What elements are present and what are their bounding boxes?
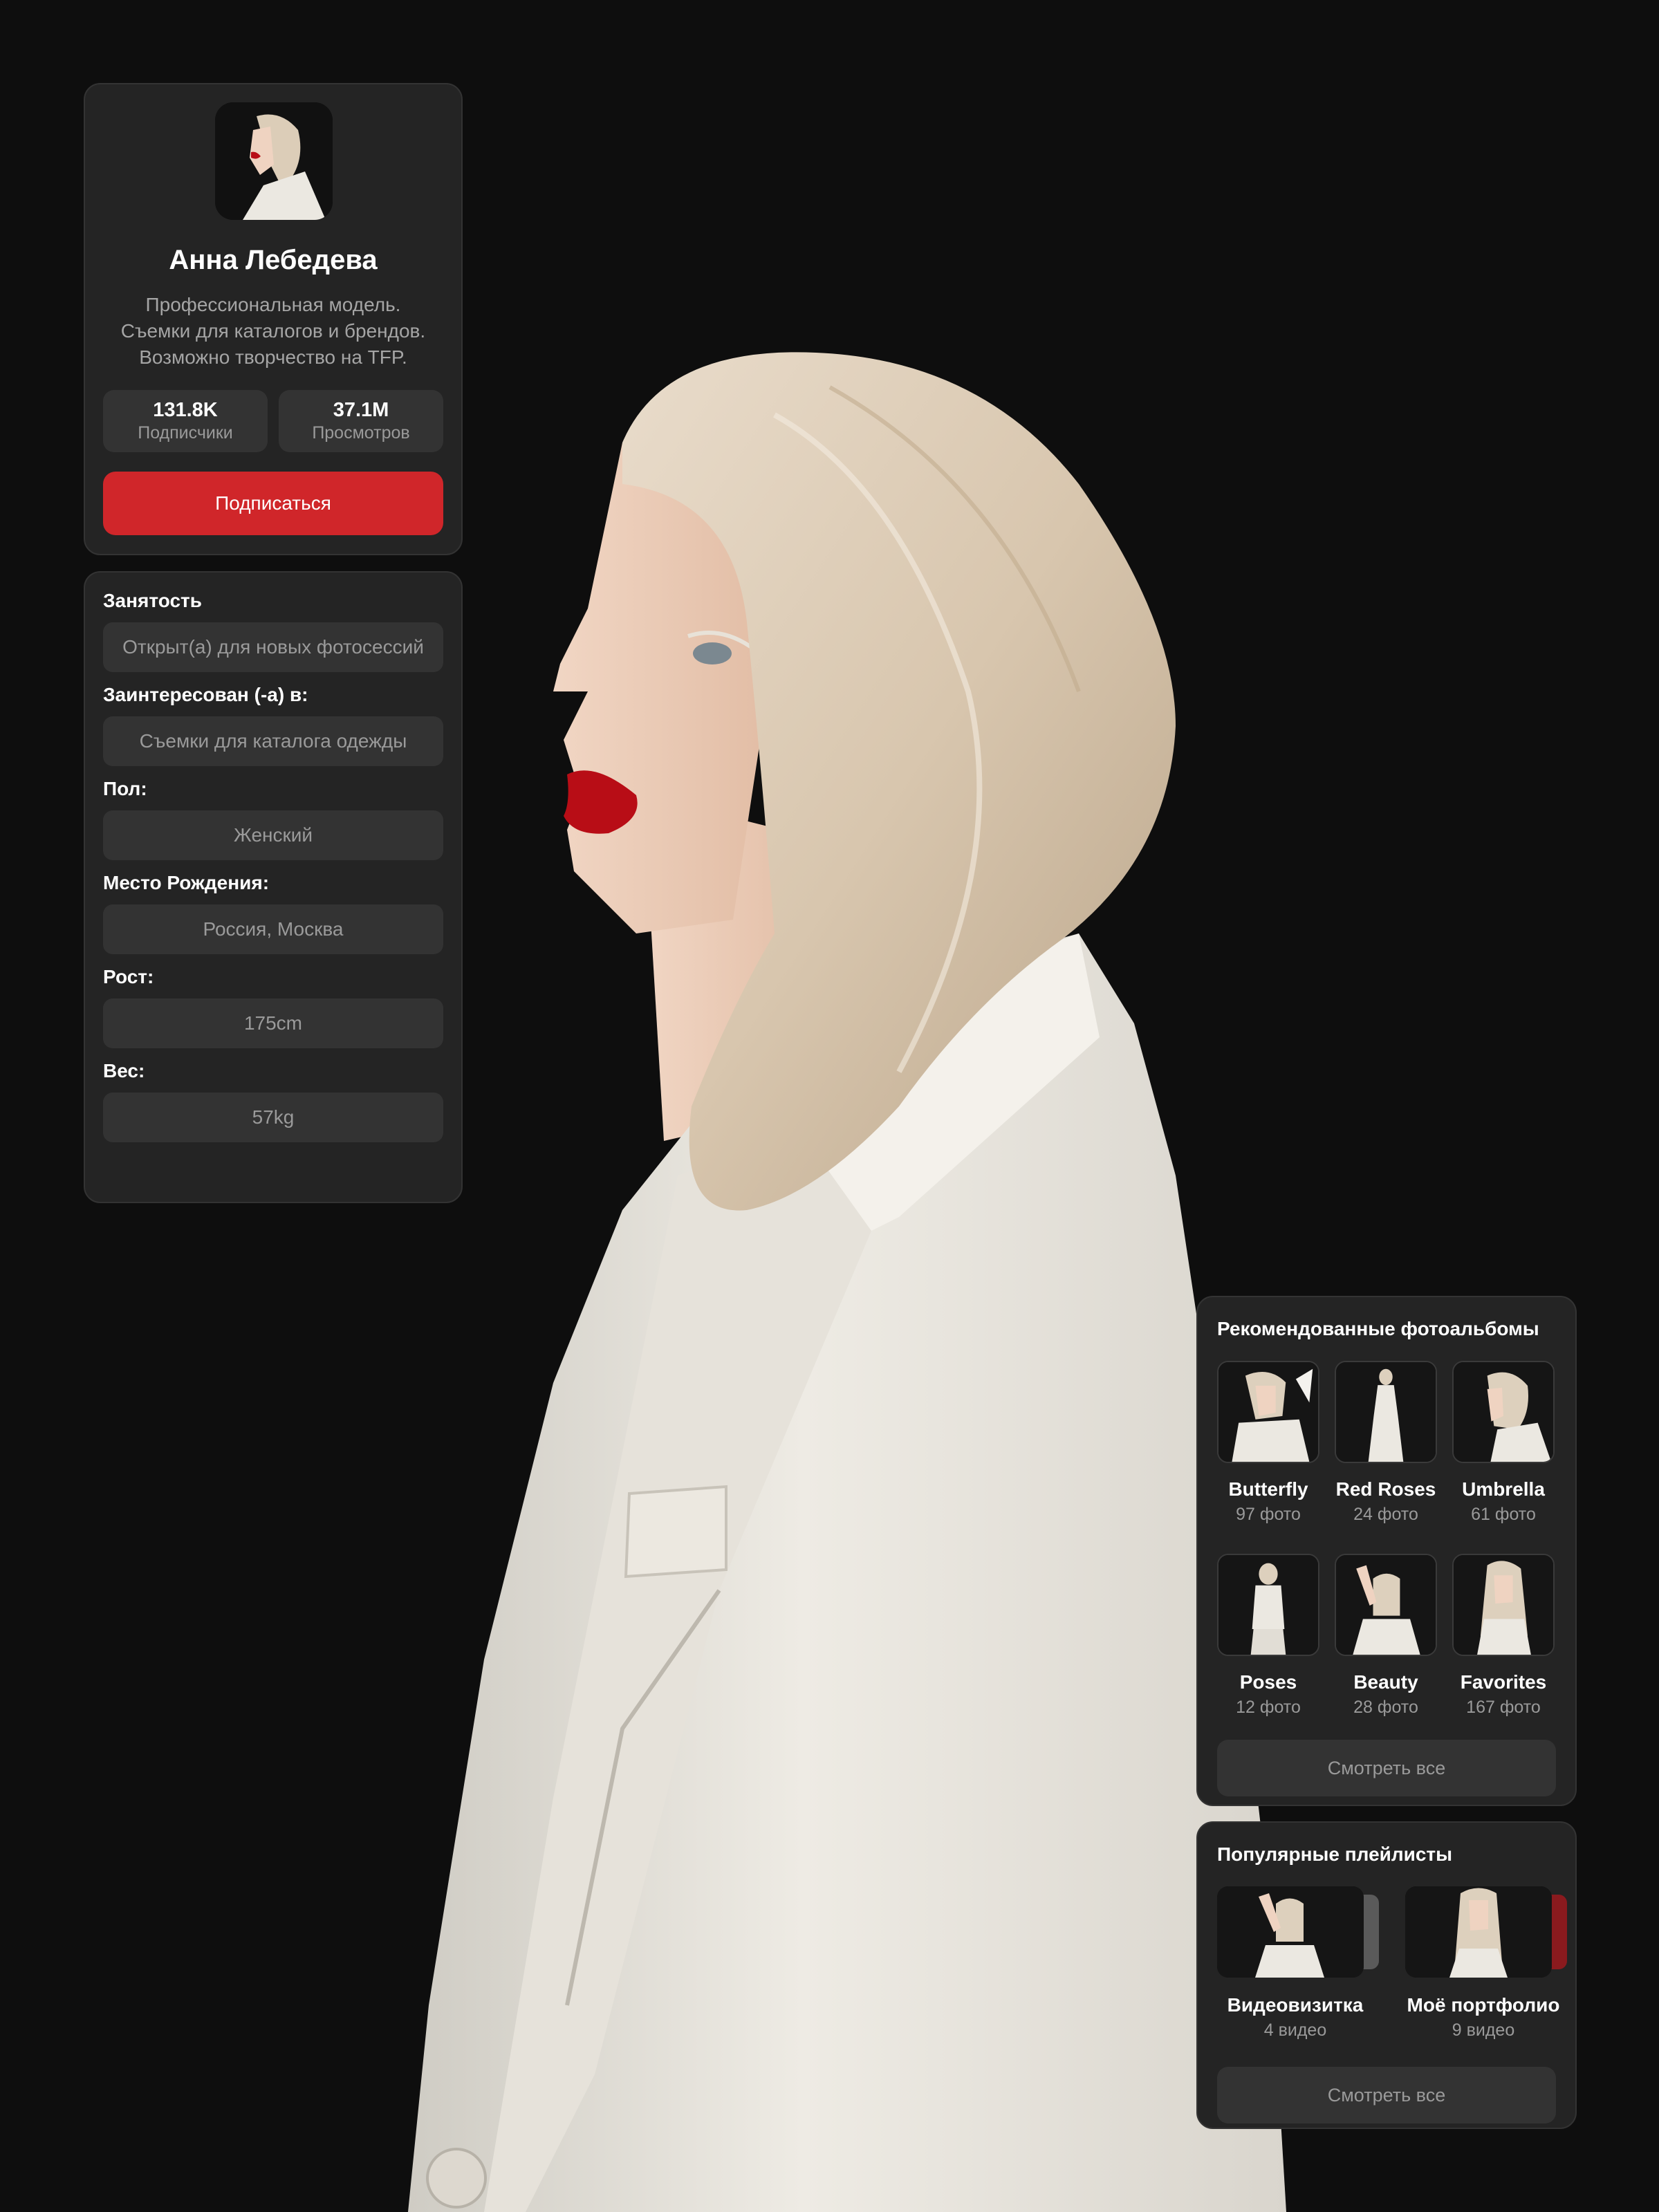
album-grid: Butterfly 97 фото Red Roses 24 фото Umbr… [1217, 1361, 1556, 1718]
playlist-image [1405, 1886, 1552, 1978]
album-item[interactable]: Poses 12 фото [1217, 1554, 1319, 1718]
field-label-weight: Вес: [103, 1060, 145, 1081]
field-label-birthplace: Место Рождения: [103, 872, 270, 893]
album-thumbnail[interactable] [1217, 1361, 1319, 1463]
album-item[interactable]: Favorites 167 фото [1452, 1554, 1555, 1718]
album-title: Umbrella [1462, 1478, 1545, 1500]
album-title: Beauty [1353, 1671, 1418, 1693]
playlist-count: 9 видео [1452, 2020, 1515, 2040]
profile-card: Анна Лебедева Профессиональная модель. С… [84, 83, 463, 555]
album-title: Poses [1239, 1671, 1297, 1693]
field-value-birthplace: Россия, Москва [103, 904, 443, 954]
playlists-card: Популярные плейлисты Видеовизитка 4 виде… [1196, 1821, 1577, 2129]
album-image [1454, 1555, 1553, 1655]
playlist-thumbnail[interactable] [1405, 1886, 1552, 1978]
album-item[interactable]: Red Roses 24 фото [1335, 1361, 1437, 1525]
album-count: 12 фото [1236, 1698, 1301, 1717]
bio-line: Профессиональная модель. [145, 294, 401, 315]
album-image [1218, 1555, 1318, 1655]
stat-label: Просмотров [312, 423, 410, 443]
field-value-interests: Съемки для каталога одежды [103, 716, 443, 766]
playlist-image [1217, 1886, 1364, 1978]
avatar[interactable] [215, 102, 333, 220]
bio-line: Съемки для каталогов и брендов. [120, 320, 426, 342]
field-value-gender: Женский [103, 810, 443, 860]
field-label-interests: Заинтересован (-а) в: [103, 684, 308, 705]
playlist-title: Моё портфолио [1407, 1994, 1560, 2016]
playlists-see-all-button[interactable]: Смотреть все [1217, 2067, 1556, 2123]
album-count: 97 фото [1236, 1505, 1301, 1524]
album-image [1218, 1362, 1318, 1462]
bio-line: Возможно творчество на TFP. [139, 346, 407, 368]
subscribe-button[interactable]: Подписаться [103, 472, 443, 535]
album-title: Favorites [1460, 1671, 1547, 1693]
album-title: Butterfly [1228, 1478, 1308, 1500]
album-image [1454, 1362, 1553, 1462]
playlist-row: Видеовизитка 4 видео Моё портфолио 9 вид… [1217, 1886, 1567, 2041]
album-count: 61 фото [1471, 1505, 1536, 1524]
field-value-height: 175cm [103, 998, 443, 1048]
album-thumbnail[interactable] [1217, 1554, 1319, 1656]
stat-value: 131.8K [153, 399, 218, 421]
stat-views: 37.1M Просмотров [279, 390, 443, 452]
album-thumbnail[interactable] [1335, 1554, 1437, 1656]
stat-label: Подписчики [138, 423, 233, 443]
album-count: 24 фото [1353, 1505, 1418, 1524]
albums-title: Рекомендованные фотоальбомы [1217, 1318, 1539, 1339]
album-item[interactable]: Butterfly 97 фото [1217, 1361, 1319, 1525]
album-image [1336, 1555, 1436, 1655]
playlist-thumbnail-stack[interactable] [1405, 1886, 1567, 1978]
field-label-gender: Пол: [103, 778, 147, 799]
album-image [1336, 1362, 1436, 1462]
details-card: Занятость Открыт(а) для новых фотосессий… [84, 571, 463, 1203]
stat-subscribers: 131.8K Подписчики [103, 390, 268, 452]
field-value-weight: 57kg [103, 1093, 443, 1142]
field-label-employment: Занятость [103, 590, 202, 611]
playlist-thumbnail-stack[interactable] [1217, 1886, 1379, 1978]
album-item[interactable]: Beauty 28 фото [1335, 1554, 1437, 1718]
albums-card: Рекомендованные фотоальбомы Butterfly 97… [1196, 1296, 1577, 1806]
field-label-height: Рост: [103, 966, 154, 987]
album-thumbnail[interactable] [1335, 1361, 1437, 1463]
profile-stats: 131.8K Подписчики 37.1M Просмотров [103, 390, 443, 452]
albums-see-all-button[interactable]: Смотреть все [1217, 1740, 1556, 1796]
album-count: 167 фото [1466, 1698, 1541, 1717]
avatar-image [215, 102, 333, 220]
album-thumbnail[interactable] [1452, 1554, 1555, 1656]
playlist-item[interactable]: Моё портфолио 9 видео [1405, 1886, 1567, 2041]
album-item[interactable]: Umbrella 61 фото [1452, 1361, 1555, 1525]
profile-name: Анна Лебедева [169, 245, 378, 275]
album-count: 28 фото [1353, 1698, 1418, 1717]
playlist-item[interactable]: Видеовизитка 4 видео [1217, 1886, 1379, 2041]
album-thumbnail[interactable] [1452, 1361, 1555, 1463]
playlist-count: 4 видео [1263, 2020, 1327, 2040]
album-title: Red Roses [1335, 1478, 1436, 1500]
playlists-title: Популярные плейлисты [1217, 1843, 1453, 1865]
profile-bio: Профессиональная модель. Съемки для ката… [99, 292, 447, 371]
playlist-thumbnail[interactable] [1217, 1886, 1364, 1978]
field-value-employment: Открыт(а) для новых фотосессий [103, 622, 443, 672]
stat-value: 37.1M [333, 399, 389, 421]
playlist-title: Видеовизитка [1227, 1994, 1364, 2016]
